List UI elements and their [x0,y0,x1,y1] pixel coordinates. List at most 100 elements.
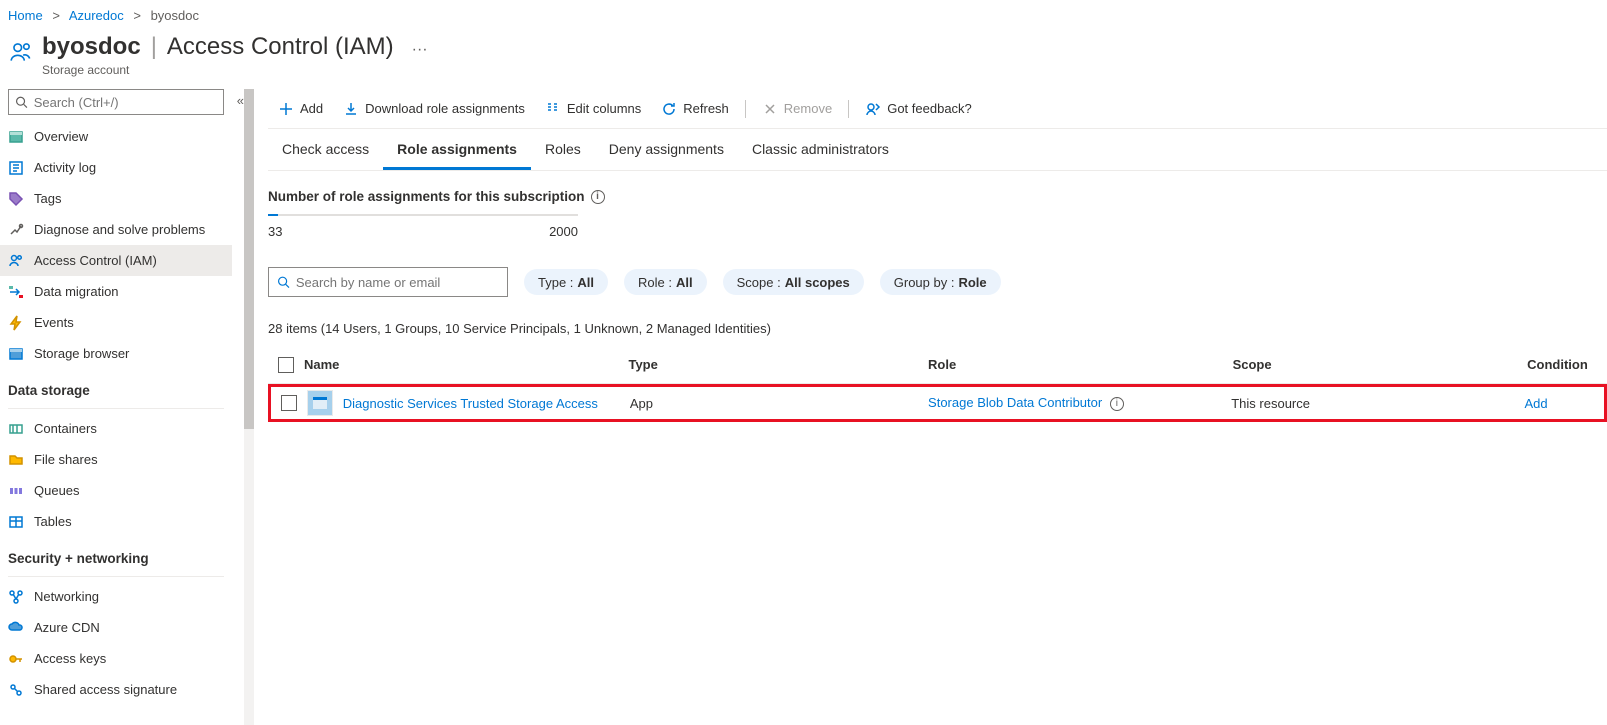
sidebar-item-label: Overview [34,129,88,144]
breadcrumb-current: byosdoc [151,8,199,23]
col-name[interactable]: Name [304,357,629,372]
sidebar-scrollbar[interactable] [244,89,254,725]
table-row[interactable]: Diagnostic Services Trusted Storage Acce… [268,384,1607,422]
tab-deny-assignments[interactable]: Deny assignments [595,133,738,170]
sidebar-search[interactable] [8,89,224,115]
plus-icon [278,101,294,117]
row-checkbox[interactable] [281,395,297,411]
sidebar-item-access-keys[interactable]: Access keys [0,643,232,674]
more-button[interactable]: ··· [412,41,428,59]
sidebar-item-label: Access Control (IAM) [34,253,157,268]
queues-icon [8,483,24,499]
tab-check-access[interactable]: Check access [268,133,383,170]
assignment-count-heading: Number of role assignments for this subs… [268,189,1607,204]
search-input[interactable] [296,275,499,290]
role-assignments-table: Name Type Role Scope Condition Diagnosti… [268,346,1607,422]
sidebar-item-activity-log[interactable]: Activity log [0,152,232,183]
containers-icon [8,421,24,437]
page-title: byosdoc [42,33,141,61]
sidebar-item-storage-browser[interactable]: Storage browser [0,338,232,369]
main-content: Add Download role assignments Edit colum… [232,89,1607,725]
tab-classic-administrators[interactable]: Classic administrators [738,133,903,170]
info-icon[interactable]: i [1110,397,1124,411]
tab-role-assignments[interactable]: Role assignments [383,133,531,170]
tab-roles[interactable]: Roles [531,133,595,170]
col-role[interactable]: Role [928,357,1233,372]
sidebar-item-label: Data migration [34,284,119,299]
row-name-link[interactable]: Diagnostic Services Trusted Storage Acce… [343,396,598,411]
row-condition-add[interactable]: Add [1524,396,1547,411]
page-subtitle: Access Control (IAM) [167,33,394,61]
collapse-sidebar-icon[interactable]: « [237,93,244,108]
users-icon [8,253,24,269]
filter-type[interactable]: Type : All [524,269,608,295]
edit-columns-button[interactable]: Edit columns [535,93,651,125]
users-icon [8,39,34,68]
events-icon [8,315,24,331]
key-icon [8,651,24,667]
tables-icon [8,514,24,530]
tags-icon [8,191,24,207]
info-icon[interactable]: i [591,190,605,204]
sidebar-item-containers[interactable]: Containers [0,413,232,444]
remove-icon [762,101,778,117]
sidebar-item-overview[interactable]: Overview [0,121,232,152]
col-condition[interactable]: Condition [1527,357,1607,372]
page-header: byosdoc | Access Control (IAM) ··· Stora… [0,27,1607,89]
sidebar-section-security: Security + networking [0,537,232,572]
sidebar-item-tags[interactable]: Tags [0,183,232,214]
search-icon [15,95,28,109]
feedback-button[interactable]: Got feedback? [855,93,982,125]
sidebar-item-label: Tables [34,514,72,529]
col-type[interactable]: Type [628,357,928,372]
row-role-link[interactable]: Storage Blob Data Contributor [928,395,1102,410]
networking-icon [8,589,24,605]
sidebar-item-tables[interactable]: Tables [0,506,232,537]
assignment-max: 2000 [549,224,578,239]
sidebar-item-label: Azure CDN [34,620,100,635]
col-scope[interactable]: Scope [1233,357,1528,372]
refresh-icon [661,101,677,117]
columns-icon [545,101,561,117]
add-button[interactable]: Add [268,93,333,125]
sidebar-item-events[interactable]: Events [0,307,232,338]
sidebar-item-sas[interactable]: Shared access signature [0,674,232,705]
filter-scope[interactable]: Scope : All scopes [723,269,864,295]
sidebar-search-input[interactable] [34,95,217,110]
sidebar-item-label: Queues [34,483,80,498]
sidebar-item-label: Activity log [34,160,96,175]
feedback-icon [865,101,881,117]
breadcrumb: Home > Azuredoc > byosdoc [0,0,1607,27]
filter-role[interactable]: Role : All [624,269,707,295]
items-summary: 28 items (14 Users, 1 Groups, 10 Service… [268,321,1607,336]
sidebar-item-file-shares[interactable]: File shares [0,444,232,475]
sidebar-item-label: Networking [34,589,99,604]
search-box[interactable] [268,267,508,297]
sidebar-item-azure-cdn[interactable]: Azure CDN [0,612,232,643]
storage-icon [8,129,24,145]
sidebar-item-label: Storage browser [34,346,129,361]
storage-browser-icon [8,346,24,362]
breadcrumb-parent[interactable]: Azuredoc [69,8,124,23]
file-shares-icon [8,452,24,468]
filter-group-by[interactable]: Group by : Role [880,269,1001,295]
assignment-progress: 33 2000 [268,214,578,239]
sidebar-item-data-migration[interactable]: Data migration [0,276,232,307]
sidebar-item-networking[interactable]: Networking [0,581,232,612]
breadcrumb-home[interactable]: Home [8,8,43,23]
app-icon [307,390,333,416]
sidebar-item-queues[interactable]: Queues [0,475,232,506]
activity-log-icon [8,160,24,176]
table-header: Name Type Role Scope Condition [268,346,1607,384]
toolbar: Add Download role assignments Edit colum… [268,89,1607,129]
download-button[interactable]: Download role assignments [333,93,535,125]
row-scope: This resource [1231,396,1524,411]
resource-type: Storage account [42,63,428,77]
sidebar-section-data-storage: Data storage [0,369,232,404]
sas-icon [8,682,24,698]
select-all-checkbox[interactable] [278,357,294,373]
sidebar-item-label: Tags [34,191,61,206]
sidebar-item-diagnose[interactable]: Diagnose and solve problems [0,214,232,245]
sidebar-item-access-control[interactable]: Access Control (IAM) [0,245,232,276]
refresh-button[interactable]: Refresh [651,93,739,125]
